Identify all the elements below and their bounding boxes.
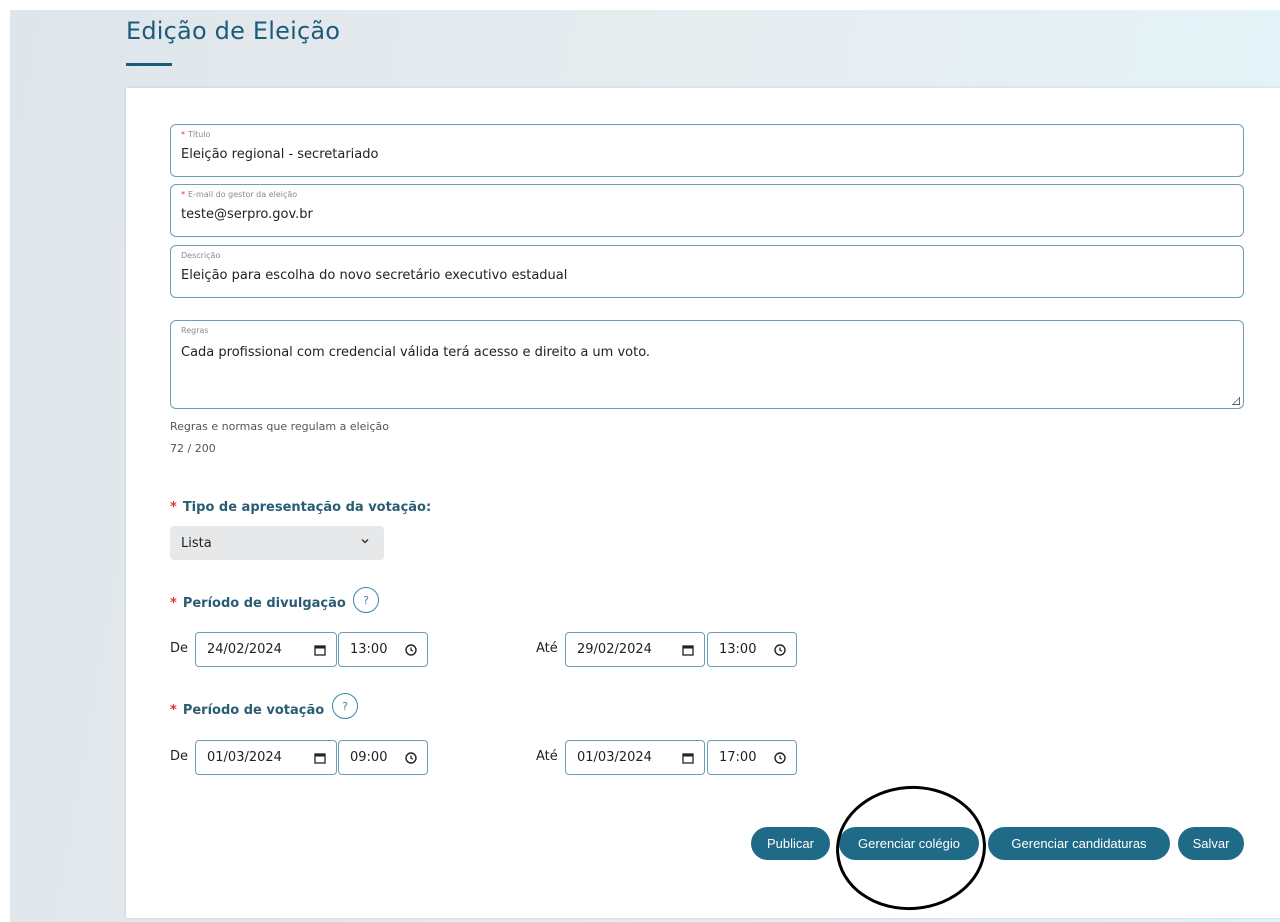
description-label: Descrição [181, 251, 221, 260]
publication-period-label: * Período de divulgação [170, 596, 346, 611]
publish-button[interactable]: Publicar [751, 827, 830, 860]
clock-icon[interactable] [404, 643, 418, 657]
rules-hint: Regras e normas que regulam a eleição [170, 420, 390, 433]
calendar-icon[interactable] [313, 751, 327, 765]
voting-period-label: * Período de votação [170, 703, 325, 718]
publication-end-time-value: 13:00 [719, 642, 757, 657]
voting-end-time[interactable]: 17:00 [707, 740, 797, 775]
publication-end-time[interactable]: 13:00 [707, 632, 797, 667]
save-button[interactable]: Salvar [1178, 827, 1244, 860]
publication-start-time-value: 13:00 [350, 642, 388, 657]
voting-start-date[interactable]: 01/03/2024 [195, 740, 337, 775]
rules-value[interactable]: Cada profissional com credencial válida … [181, 345, 650, 360]
voting-end-date[interactable]: 01/03/2024 [565, 740, 705, 775]
chevron-down-icon [361, 539, 369, 544]
page-title: Edição de Eleição [126, 17, 341, 45]
voting-start-time-value: 09:00 [350, 750, 388, 765]
resize-handle-icon[interactable] [1232, 397, 1240, 405]
rules-textarea[interactable]: Regras Cada profissional com credencial … [170, 320, 1244, 409]
voting-to-label: Até [536, 749, 558, 764]
rules-char-counter: 72 / 200 [170, 442, 216, 455]
calendar-icon[interactable] [681, 751, 695, 765]
manager-email-value[interactable]: teste@serpro.gov.br [181, 207, 313, 222]
publication-start-time[interactable]: 13:00 [338, 632, 428, 667]
manage-candidacies-button[interactable]: Gerenciar candidaturas [988, 827, 1170, 860]
manager-email-field[interactable]: * E-mail do gestor da eleição teste@serpr… [170, 184, 1244, 237]
voting-end-time-value: 17:00 [719, 750, 757, 765]
clock-icon[interactable] [773, 751, 787, 765]
clock-icon[interactable] [773, 643, 787, 657]
publication-end-date[interactable]: 29/02/2024 [565, 632, 705, 667]
presentation-type-label: * Tipo de apresentação da votação: [170, 500, 432, 515]
rules-label: Regras [181, 326, 209, 335]
voting-period-help-icon[interactable]: ? [332, 693, 358, 719]
publication-period-help-icon[interactable]: ? [353, 587, 379, 613]
description-value[interactable]: Eleição para escolha do novo secretário … [181, 268, 567, 283]
presentation-type-value: Lista [181, 536, 212, 551]
title-underline [126, 63, 172, 66]
voting-start-date-value: 01/03/2024 [207, 750, 282, 765]
manage-college-button[interactable]: Gerenciar colégio [839, 827, 979, 860]
voting-end-date-value: 01/03/2024 [577, 750, 652, 765]
calendar-icon[interactable] [313, 643, 327, 657]
voting-from-label: De [170, 749, 189, 764]
publication-start-date-value: 24/02/2024 [207, 642, 282, 657]
description-field[interactable]: Descrição Eleição para escolha do novo s… [170, 245, 1244, 298]
title-field[interactable]: * Título Eleição regional - secretariado [170, 124, 1244, 177]
publication-from-label: De [170, 641, 189, 656]
publication-to-label: Até [536, 641, 558, 656]
clock-icon[interactable] [404, 751, 418, 765]
publication-end-date-value: 29/02/2024 [577, 642, 652, 657]
publication-start-date[interactable]: 24/02/2024 [195, 632, 337, 667]
title-field-label: * Título [181, 130, 211, 139]
title-field-value[interactable]: Eleição regional - secretariado [181, 147, 378, 162]
manager-email-label: * E-mail do gestor da eleição [181, 190, 298, 199]
calendar-icon[interactable] [681, 643, 695, 657]
voting-start-time[interactable]: 09:00 [338, 740, 428, 775]
presentation-type-select[interactable]: Lista [170, 526, 384, 560]
